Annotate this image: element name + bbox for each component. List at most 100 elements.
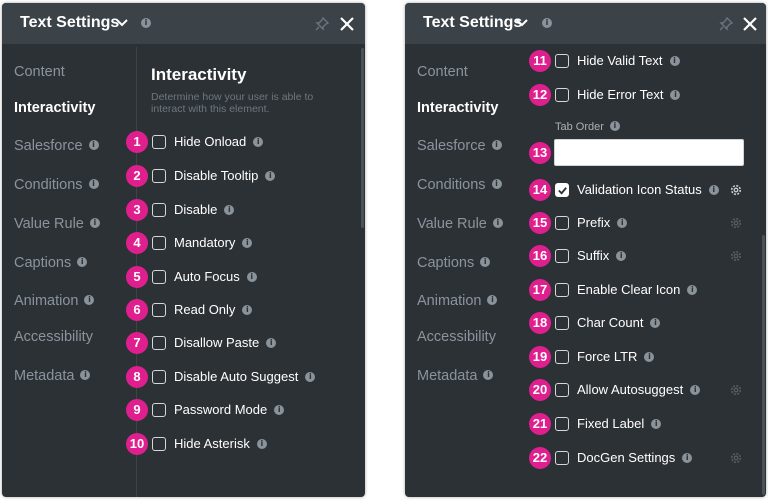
info-icon[interactable]: i	[687, 284, 698, 295]
info-icon[interactable]: i	[616, 250, 627, 261]
info-icon[interactable]: i	[88, 178, 99, 189]
option-checkbox[interactable]	[555, 316, 569, 330]
info-icon[interactable]: i	[542, 18, 552, 28]
nav-item-conditions[interactable]: Conditions i	[417, 177, 502, 193]
nav-item-captions[interactable]: Captions i	[417, 255, 491, 271]
info-icon[interactable]: i	[483, 369, 494, 380]
option-checkbox[interactable]	[555, 88, 569, 102]
option-row[interactable]: 21 Fixed Label i	[529, 413, 768, 435]
option-row[interactable]: 10 Hide Asterisk i	[126, 433, 365, 455]
option-checkbox[interactable]	[152, 403, 166, 417]
info-icon[interactable]: i	[88, 139, 99, 150]
option-row[interactable]: 12 Hide Error Text i	[529, 84, 768, 106]
option-checkbox[interactable]	[152, 303, 166, 317]
option-checkbox[interactable]	[555, 249, 569, 263]
info-icon[interactable]: i	[492, 217, 503, 228]
option-row[interactable]: 20 Allow Autosuggest i	[529, 379, 768, 401]
pin-icon[interactable]	[315, 17, 329, 31]
option-checkbox[interactable]	[555, 350, 569, 364]
nav-item-animation[interactable]: Animation i	[14, 293, 95, 309]
info-icon[interactable]: i	[669, 55, 680, 66]
option-checkbox[interactable]	[555, 216, 569, 230]
nav-item-animation[interactable]: Animation i	[417, 293, 498, 309]
option-checkbox[interactable]	[152, 169, 166, 183]
gear-icon[interactable]	[729, 383, 743, 397]
info-icon[interactable]: i	[274, 404, 285, 415]
option-row[interactable]: 14 Validation Icon Status i	[529, 179, 768, 201]
info-icon[interactable]: i	[650, 317, 661, 328]
info-icon[interactable]: i	[141, 18, 151, 28]
info-icon[interactable]: i	[644, 351, 655, 362]
info-icon[interactable]: i	[305, 371, 316, 382]
info-icon[interactable]: i	[265, 170, 276, 181]
nav-item-accessibility[interactable]: Accessibility	[14, 329, 93, 345]
info-icon[interactable]: i	[256, 438, 267, 449]
info-icon[interactable]: i	[77, 256, 88, 267]
chevron-down-icon[interactable]	[115, 16, 129, 30]
option-row[interactable]: 1 Hide Onload i	[126, 131, 365, 153]
info-icon[interactable]: i	[491, 139, 502, 150]
option-row[interactable]: 8 Disable Auto Suggest i	[126, 366, 365, 388]
option-row[interactable]: 19 Force LTR i	[529, 346, 768, 368]
option-checkbox[interactable]	[152, 135, 166, 149]
nav-item-content[interactable]: Content	[14, 64, 65, 80]
option-checkbox[interactable]	[152, 336, 166, 350]
option-row[interactable]: 6 Read Only i	[126, 299, 365, 321]
option-checkbox[interactable]	[555, 183, 569, 197]
option-row[interactable]: 3 Disable i	[126, 199, 365, 221]
info-icon[interactable]: i	[253, 136, 264, 147]
option-checkbox[interactable]	[555, 283, 569, 297]
nav-item-salesforce[interactable]: Salesforce i	[14, 138, 99, 154]
gear-icon[interactable]	[729, 451, 743, 465]
info-icon[interactable]: i	[690, 384, 701, 395]
option-row[interactable]: 18 Char Count i	[529, 312, 768, 334]
info-icon[interactable]: i	[487, 294, 498, 305]
option-row[interactable]: 22 DocGen Settings i	[529, 447, 768, 469]
option-row[interactable]: 7 Disallow Paste i	[126, 332, 365, 354]
gear-icon[interactable]	[729, 183, 743, 197]
info-icon[interactable]: i	[266, 337, 277, 348]
info-icon[interactable]: i	[682, 452, 693, 463]
option-checkbox[interactable]	[152, 270, 166, 284]
info-icon[interactable]: i	[80, 369, 91, 380]
option-row[interactable]: 15 Prefix i	[529, 212, 768, 234]
info-icon[interactable]: i	[480, 256, 491, 267]
info-icon[interactable]: i	[242, 237, 253, 248]
option-row[interactable]: 4 Mandatory i	[126, 232, 365, 254]
nav-item-value-rule[interactable]: Value Rule i	[417, 216, 503, 232]
info-icon[interactable]: i	[224, 204, 235, 215]
info-icon[interactable]: i	[651, 418, 662, 429]
option-row[interactable]: 17 Enable Clear Icon i	[529, 279, 768, 301]
info-icon[interactable]: i	[246, 271, 257, 282]
option-row[interactable]: 2 Disable Tooltip i	[126, 165, 365, 187]
gear-icon[interactable]	[729, 216, 743, 230]
info-icon[interactable]: i	[89, 217, 100, 228]
close-icon[interactable]	[742, 16, 758, 32]
option-checkbox[interactable]	[555, 54, 569, 68]
info-icon[interactable]: i	[84, 294, 95, 305]
option-checkbox[interactable]	[152, 437, 166, 451]
chevron-down-icon[interactable]	[515, 16, 529, 30]
info-icon[interactable]: i	[670, 89, 681, 100]
gear-icon[interactable]	[729, 249, 743, 263]
nav-item-salesforce[interactable]: Salesforce i	[417, 138, 502, 154]
close-icon[interactable]	[339, 16, 355, 32]
nav-item-metadata[interactable]: Metadata i	[417, 368, 494, 384]
info-icon[interactable]: i	[242, 304, 253, 315]
option-checkbox[interactable]	[152, 203, 166, 217]
nav-item-metadata[interactable]: Metadata i	[14, 368, 91, 384]
nav-item-interactivity[interactable]: Interactivity	[417, 100, 498, 116]
option-checkbox[interactable]	[555, 417, 569, 431]
option-checkbox[interactable]	[152, 236, 166, 250]
info-icon[interactable]: i	[609, 121, 620, 132]
nav-item-value-rule[interactable]: Value Rule i	[14, 216, 100, 232]
option-row[interactable]: 11 Hide Valid Text i	[529, 50, 768, 72]
info-icon[interactable]: i	[617, 217, 628, 228]
option-row[interactable]: 9 Password Mode i	[126, 399, 365, 421]
info-icon[interactable]: i	[491, 178, 502, 189]
tab-order-input[interactable]	[554, 139, 744, 166]
nav-item-accessibility[interactable]: Accessibility	[417, 329, 496, 345]
pin-icon[interactable]	[719, 17, 733, 31]
nav-item-content[interactable]: Content	[417, 64, 468, 80]
option-checkbox[interactable]	[555, 451, 569, 465]
